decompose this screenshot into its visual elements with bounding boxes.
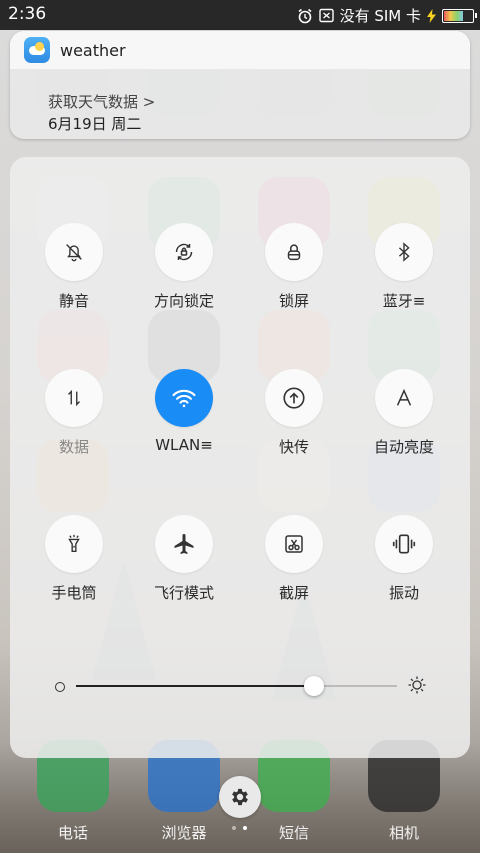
vibrate-icon	[391, 531, 417, 557]
brightness-slider[interactable]	[55, 675, 427, 699]
airplane-icon	[172, 532, 196, 556]
status-icons: 没有 SIM 卡	[297, 5, 477, 26]
tile-label: 自动亮度	[373, 438, 434, 456]
page-dot-current	[243, 826, 247, 830]
lock-icon	[283, 241, 305, 263]
quick-transfer-icon	[281, 385, 307, 411]
brightness-high-icon	[407, 675, 427, 695]
tile-label: 蓝牙≡	[382, 292, 426, 310]
rotation-lock-toggle-button[interactable]	[155, 223, 213, 281]
dock-label-sms: 短信	[278, 824, 309, 842]
status-bar: 2:36 没有 SIM 卡	[0, 0, 480, 30]
tile-label: 数据	[58, 438, 89, 456]
auto-brightness-icon	[393, 387, 415, 409]
tile-bluetooth[interactable]: 蓝牙≡	[349, 223, 459, 311]
tile-screenshot[interactable]: 截屏	[239, 515, 349, 603]
notification-app-name: weather	[60, 40, 126, 60]
tile-label: 锁屏	[278, 292, 309, 310]
silent-bell-icon	[63, 241, 85, 263]
tile-label: 手电筒	[51, 584, 97, 602]
tile-wifi[interactable]: WLAN≡	[129, 369, 239, 454]
mobile-data-toggle-button[interactable]	[45, 369, 103, 427]
status-time: 2:36	[8, 4, 47, 24]
brightness-fill	[76, 685, 314, 687]
tile-lock[interactable]: 锁屏	[239, 223, 349, 311]
tile-label: 方向锁定	[153, 292, 214, 310]
brightness-track[interactable]	[76, 676, 397, 696]
mobile-data-icon	[63, 387, 85, 409]
tile-vibrate[interactable]: 振动	[349, 515, 459, 603]
auto-brightness-toggle-button[interactable]	[375, 369, 433, 427]
tile-label: 振动	[388, 584, 419, 602]
wifi-toggle-button[interactable]	[155, 369, 213, 427]
quick-transfer-toggle-button[interactable]	[265, 369, 323, 427]
bluetooth-icon	[393, 241, 415, 263]
screenshot-toggle-button[interactable]	[265, 515, 323, 573]
tile-mobile-data[interactable]: 数据	[19, 369, 129, 457]
tile-label: 静音	[58, 292, 89, 310]
tile-rotation-lock[interactable]: 方向锁定	[129, 223, 239, 311]
tile-label: 截屏	[278, 584, 309, 602]
airplane-toggle-button[interactable]	[155, 515, 213, 573]
brightness-thumb[interactable]	[303, 676, 324, 696]
page-dot	[232, 826, 236, 830]
tile-quick-transfer[interactable]: 快传	[239, 369, 349, 457]
notification-action-text[interactable]: 获取天气数据 >	[48, 91, 155, 112]
settings-button[interactable]	[219, 776, 261, 818]
tile-silent-bell[interactable]: 静音	[19, 223, 129, 311]
tile-label: WLAN≡	[155, 436, 213, 454]
screenshot-icon	[282, 532, 306, 556]
charging-icon	[427, 8, 436, 23]
tile-flashlight[interactable]: 手电筒	[19, 515, 129, 603]
tile-label: 飞行模式	[153, 584, 214, 602]
wifi-icon	[170, 384, 198, 412]
tile-label: 快传	[278, 438, 309, 456]
vibrate-toggle-button[interactable]	[375, 515, 433, 573]
carrier-text: 没有 SIM 卡	[339, 7, 421, 25]
tile-airplane[interactable]: 飞行模式	[129, 515, 239, 603]
lock-toggle-button[interactable]	[265, 223, 323, 281]
flashlight-icon	[63, 533, 85, 555]
notification-date-text: 6月19日 周二	[48, 115, 142, 133]
weather-notification[interactable]: weather 获取天气数据 > 6月19日 周二	[10, 31, 470, 139]
rotation-lock-icon	[172, 240, 196, 264]
dock-label-camera: 相机	[388, 824, 419, 842]
silent-bell-toggle-button[interactable]	[45, 223, 103, 281]
brightness-low-icon	[55, 682, 65, 692]
battery-icon	[442, 8, 477, 23]
sim-error-icon	[318, 8, 334, 23]
notification-header: weather	[10, 31, 470, 69]
page-indicator	[232, 826, 247, 830]
dock-label-browser: 浏览器	[161, 824, 207, 842]
tile-auto-brightness[interactable]: 自动亮度	[349, 369, 459, 457]
gear-icon	[229, 786, 251, 808]
flashlight-toggle-button[interactable]	[45, 515, 103, 573]
weather-app-icon	[24, 37, 50, 63]
alarm-icon	[297, 8, 313, 24]
bluetooth-toggle-button[interactable]	[375, 223, 433, 281]
dock-label-phone: 电话	[57, 824, 88, 842]
